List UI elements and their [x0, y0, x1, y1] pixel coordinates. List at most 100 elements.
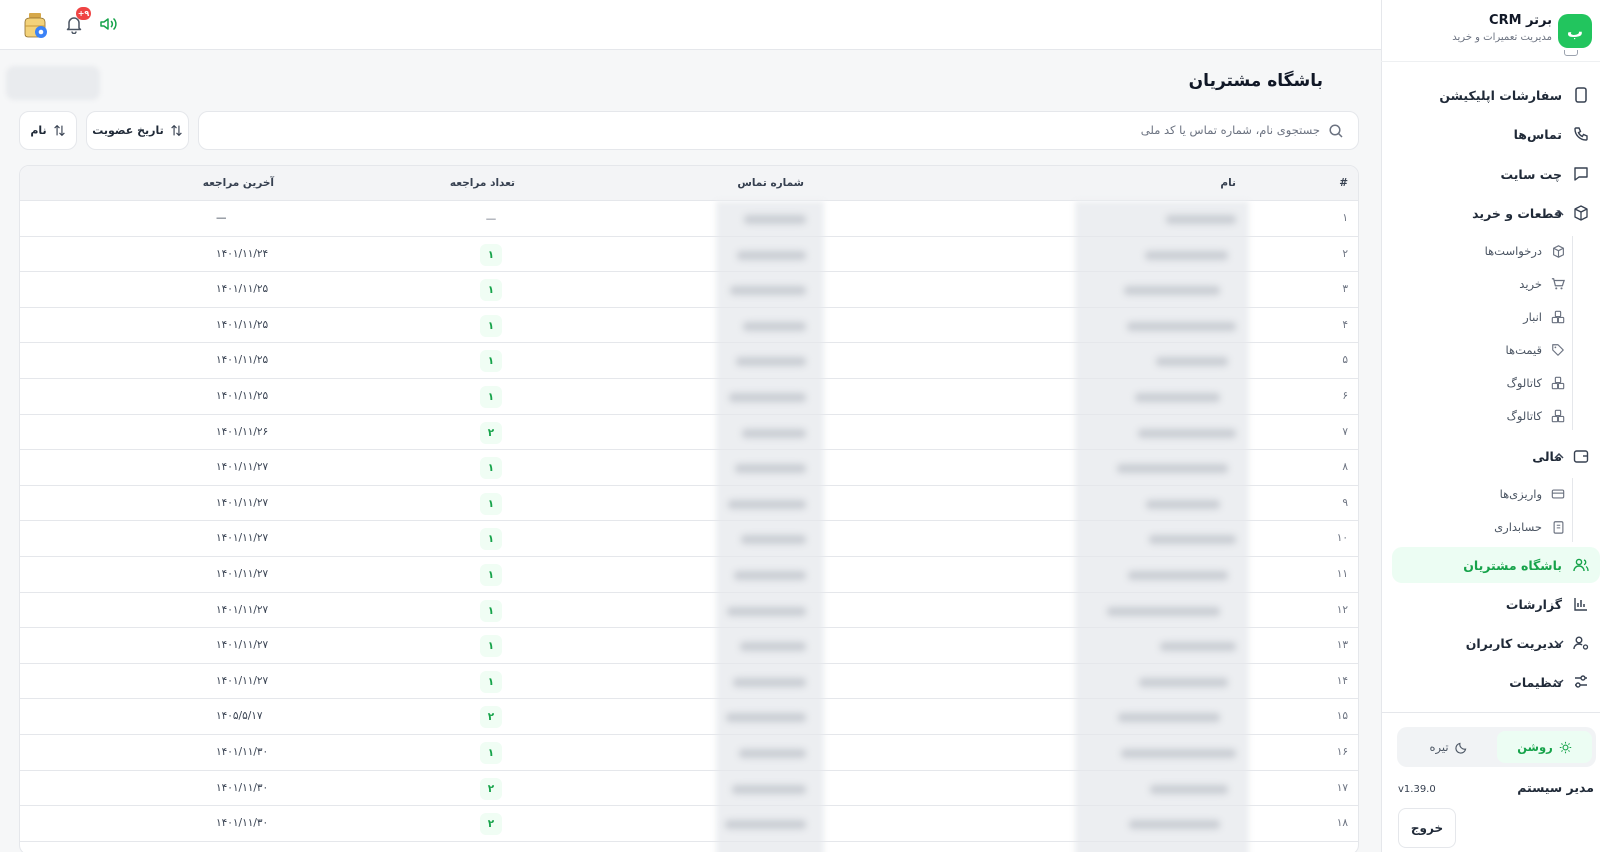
sidebar-item-site-chat[interactable]: چت سایت [1381, 156, 1600, 192]
visit-count: ۱ [480, 564, 502, 586]
box-icon [1572, 204, 1590, 222]
blurred-phone-number [726, 713, 806, 723]
row-index: ۴ [1342, 318, 1348, 331]
sort-by-name-button[interactable]: نام [19, 111, 77, 150]
col-name-header: نام [1220, 177, 1236, 189]
table-row[interactable]: ۴ ۱ ۱۴۰۱/۱۱/۲۵ [20, 308, 1358, 344]
table-row[interactable]: ۸ ۱ ۱۴۰۱/۱۱/۲۷ [20, 450, 1358, 486]
table-row[interactable]: ۳ ۱ ۱۴۰۱/۱۱/۲۵ [20, 272, 1358, 308]
sort-by-join-date-button[interactable]: تاریخ عضویت [86, 111, 189, 150]
blurred-customer-name [1149, 535, 1236, 545]
visit-count: ۲ [480, 813, 502, 836]
col-visits-header: تعداد مراجعه [449, 177, 515, 189]
logout-button[interactable]: خروج [1398, 808, 1456, 848]
sidebar-subitem-purchase[interactable]: خرید [1381, 269, 1600, 299]
sidebar-subitem-catalog-2[interactable]: کاتالوگ [1381, 401, 1600, 431]
sidebar-item-label: مدیریت کاربران [1465, 635, 1562, 651]
visit-count: ۱ [480, 279, 502, 302]
cart-icon [1550, 276, 1566, 292]
sidebar-item-customer-club[interactable]: باشگاه مشتریان [1392, 547, 1600, 583]
last-visit-date: ۱۴۰۱/۱۱/۲۴ [216, 247, 269, 260]
sidebar-item-parts-purchase[interactable]: قطعات و خرید [1381, 195, 1600, 231]
blurred-phone-number [732, 784, 806, 794]
table-row[interactable]: ۷ ۲ ۱۴۰۱/۱۱/۲۶ [20, 415, 1358, 451]
chevron-up-icon[interactable] [1551, 205, 1567, 221]
search-input[interactable]: جستجوی نام، شماره تماس یا کد ملی [198, 111, 1359, 150]
sidebar-subitem-deposits[interactable]: واریزی‌ها [1381, 479, 1600, 509]
blurred-customer-name [1127, 321, 1236, 331]
chevron-up-icon[interactable] [1551, 448, 1567, 464]
phone-device-icon [1572, 86, 1590, 104]
blurred-phone-number [728, 499, 806, 509]
sidebar-subitem-warehouse[interactable]: انبار [1381, 302, 1600, 332]
sidebar-subitem-label: حسابداری [1494, 520, 1542, 534]
table-row[interactable]: ۹ ۱ ۱۴۰۱/۱۱/۲۷ [20, 486, 1358, 522]
sidebar-item-user-management[interactable]: مدیریت کاربران [1381, 625, 1600, 661]
table-row[interactable]: ۱۲ ۱ ۱۴۰۱/۱۱/۲۷ [20, 593, 1358, 629]
table-row[interactable]: ۱۶ ۱ ۱۴۰۱/۱۱/۳۰ [20, 735, 1358, 771]
sidebar-item-label: گزارشات [1505, 596, 1562, 612]
table-row[interactable]: ۱۱ ۱ ۱۴۰۱/۱۱/۲۷ [20, 557, 1358, 593]
table-row[interactable]: ۱۴ ۱ ۱۴۰۱/۱۱/۲۷ [20, 664, 1358, 700]
blurred-phone-number [735, 464, 806, 474]
speaker-icon[interactable] [98, 15, 118, 33]
row-index: ۷ [1342, 425, 1348, 438]
last-visit-date: ۱۴۰۱/۱۱/۲۷ [216, 496, 269, 509]
col-last-visit-header: آخرین مراجعه [202, 177, 274, 189]
chevron-down-icon[interactable] [1551, 674, 1567, 690]
table-header: # نام شماره تماس تعداد مراجعه آخرین مراج… [20, 166, 1358, 201]
table-row[interactable]: ۲ ۱ ۱۴۰۱/۱۱/۲۴ [20, 237, 1358, 273]
table-row[interactable]: ۱۳ ۱ ۱۴۰۱/۱۱/۲۷ [20, 628, 1358, 664]
scrolled-nav-item [1388, 50, 1578, 62]
clipboard-icon [1550, 519, 1566, 535]
sidebar-item-finance[interactable]: مالی [1381, 438, 1600, 474]
table-row[interactable]: ۱۵ ۲ ۱۴۰۵/۵/۱۷ [20, 699, 1358, 735]
sidebar-subitem-requests[interactable]: درخواست‌ها [1381, 236, 1600, 266]
table-row[interactable]: ۶ ۱ ۱۴۰۱/۱۱/۲۵ [20, 379, 1358, 415]
row-index: ۱۶ [1336, 746, 1348, 758]
topbar: ۹+ [0, 0, 1381, 50]
app-version: v1.39.0 [1398, 784, 1436, 795]
blurred-customer-name [1128, 571, 1228, 580]
visit-count: ۱ [480, 386, 502, 408]
search-icon [1328, 123, 1344, 139]
table-row[interactable]: ۱ — — [20, 201, 1358, 237]
sidebar-item-settings[interactable]: تنظیمات [1381, 664, 1600, 700]
customers-table: # نام شماره تماس تعداد مراجعه آخرین مراج… [19, 165, 1359, 852]
blurred-phone-number [729, 393, 806, 402]
visit-count: ۲ [480, 777, 502, 800]
blurred-phone-number [736, 357, 806, 367]
table-row[interactable]: ۱۸ ۲ ۱۴۰۱/۱۱/۳۰ [20, 806, 1358, 842]
avatar[interactable] [20, 10, 50, 40]
sidebar-subitem-label: قیمت‌ها [1505, 343, 1542, 357]
table-row[interactable]: ۵ ۱ ۱۴۰۱/۱۱/۲۵ [20, 343, 1358, 379]
blurred-customer-name [1117, 464, 1228, 474]
brand-logo: ب [1558, 14, 1592, 48]
last-visit-date: ۱۴۰۱/۱۱/۳۰ [216, 817, 269, 830]
brand-title: برتر CRM [1489, 13, 1552, 28]
row-index: ۱۲ [1336, 603, 1348, 616]
boxes-icon [1550, 309, 1566, 325]
row-index: ۱۱ [1336, 568, 1348, 580]
sidebar-item-reports[interactable]: گزارشات [1381, 586, 1600, 622]
sidebar-subitem-accounting[interactable]: حسابداری [1381, 512, 1600, 542]
theme-dark-button[interactable]: تیره [1401, 731, 1496, 763]
blurred-phone-number [727, 606, 806, 616]
sidebar-subitem-catalog[interactable]: کاتالوگ [1381, 368, 1600, 398]
sidebar-subitem-prices[interactable]: قیمت‌ها [1381, 335, 1600, 365]
visit-count: ۱ [480, 243, 502, 266]
theme-light-button[interactable]: روشن [1497, 731, 1592, 763]
sidebar-item-app-orders[interactable]: سفارشات اپلیکیشن [1381, 77, 1600, 113]
row-index: ۶ [1342, 390, 1348, 402]
chevron-down-icon[interactable] [1551, 635, 1567, 651]
sidebar-item-calls[interactable]: تماس‌ها [1381, 116, 1600, 152]
table-row[interactable]: ۱۰ ۱ ۱۴۰۱/۱۱/۲۷ [20, 521, 1358, 557]
blurred-customer-name [1129, 820, 1220, 830]
boxes-icon [1550, 375, 1566, 391]
visit-count: ۱ [480, 528, 502, 551]
blurred-customer-name [1124, 286, 1220, 296]
blurred-customer-name [1146, 499, 1220, 509]
sidebar-subitem-label: کاتالوگ [1506, 376, 1542, 390]
table-row[interactable]: ۱۷ ۲ ۱۴۰۱/۱۱/۳۰ [20, 771, 1358, 807]
tag-icon [1550, 342, 1566, 358]
